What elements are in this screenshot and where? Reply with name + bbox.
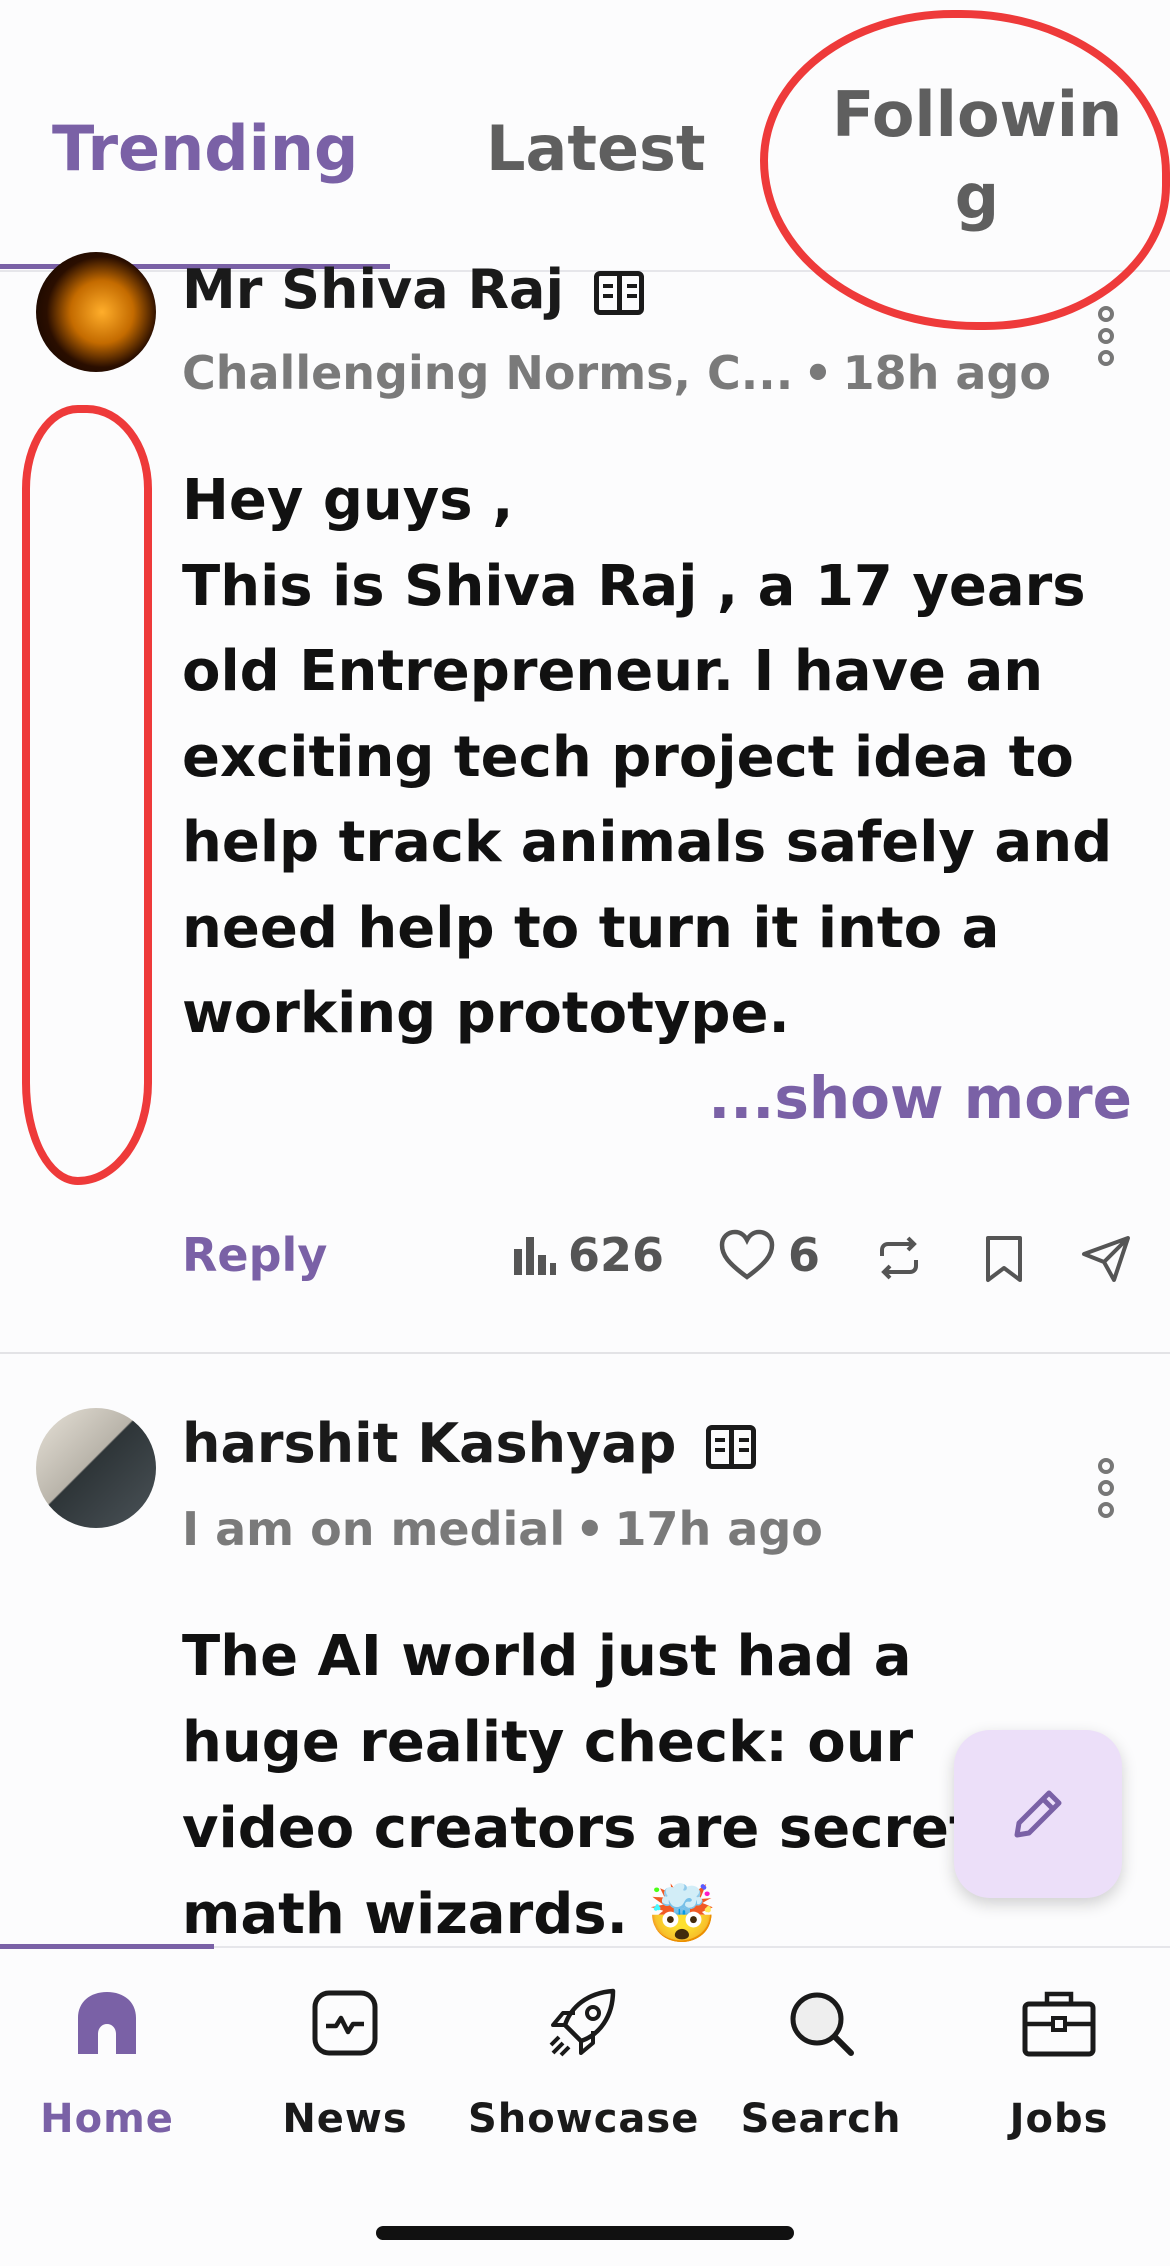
views-count: 626 bbox=[512, 1228, 664, 1282]
home-icon bbox=[0, 1978, 222, 2068]
bookmark-icon[interactable] bbox=[982, 1234, 1026, 1288]
avatar[interactable] bbox=[36, 1408, 156, 1528]
home-indicator[interactable] bbox=[376, 2226, 794, 2240]
red-annotation-loop bbox=[22, 405, 152, 1185]
id-card-icon bbox=[706, 1425, 757, 1470]
like-button[interactable]: 6 bbox=[718, 1228, 820, 1282]
post-author[interactable]: Mr Shiva Raj bbox=[182, 258, 644, 321]
meta-separator: • bbox=[803, 346, 833, 400]
post-author[interactable]: harshit Kashyap bbox=[182, 1412, 757, 1475]
author-headline: Challenging Norms, C... bbox=[182, 346, 794, 400]
post-actions: Reply 626 6 bbox=[0, 1228, 1170, 1298]
avatar[interactable] bbox=[36, 252, 156, 372]
nav-home[interactable]: Home bbox=[0, 1978, 222, 2142]
search-icon bbox=[706, 1978, 936, 2068]
more-options-icon[interactable] bbox=[1098, 306, 1114, 372]
post-meta: I am on medial • 17h ago bbox=[182, 1502, 823, 1556]
meta-separator: • bbox=[575, 1502, 605, 1556]
nav-active-indicator bbox=[0, 1944, 214, 1949]
nav-news[interactable]: News bbox=[230, 1978, 460, 2142]
post-time: 17h ago bbox=[614, 1502, 823, 1556]
rocket-icon bbox=[468, 1978, 698, 2068]
red-annotation-circle bbox=[760, 10, 1170, 330]
pencil-icon bbox=[1014, 1790, 1062, 1838]
author-name: harshit Kashyap bbox=[182, 1412, 677, 1475]
heart-icon bbox=[719, 1229, 775, 1280]
tab-trending[interactable]: Trending bbox=[52, 112, 358, 185]
compose-button[interactable] bbox=[954, 1730, 1122, 1898]
briefcase-icon bbox=[944, 1978, 1170, 2068]
repost-icon[interactable] bbox=[874, 1234, 924, 1286]
post-time: 18h ago bbox=[842, 346, 1051, 400]
show-more-link[interactable]: ...show more bbox=[708, 1064, 1132, 1132]
post-meta: Challenging Norms, C... • 18h ago bbox=[182, 346, 1051, 400]
more-options-icon[interactable] bbox=[1098, 1458, 1114, 1524]
author-name: Mr Shiva Raj bbox=[182, 258, 564, 321]
post-divider bbox=[0, 1352, 1170, 1354]
share-icon[interactable] bbox=[1080, 1234, 1132, 1288]
bar-chart-icon bbox=[514, 1237, 556, 1275]
reply-button[interactable]: Reply bbox=[182, 1228, 327, 1282]
author-headline: I am on medial bbox=[182, 1502, 566, 1556]
post-body: Hey guys , This is Shiva Raj , a 17 year… bbox=[182, 468, 1113, 1046]
bottom-navigation: Home News Showcase Search Jobs bbox=[0, 1944, 1170, 2266]
nav-jobs[interactable]: Jobs bbox=[944, 1978, 1170, 2142]
news-icon bbox=[230, 1978, 460, 2068]
nav-showcase[interactable]: Showcase bbox=[468, 1978, 698, 2142]
tab-latest[interactable]: Latest bbox=[486, 112, 706, 185]
post-body: The AI world just had a huge reality che… bbox=[182, 1624, 976, 1947]
nav-search[interactable]: Search bbox=[706, 1978, 936, 2142]
id-card-icon bbox=[593, 271, 644, 316]
